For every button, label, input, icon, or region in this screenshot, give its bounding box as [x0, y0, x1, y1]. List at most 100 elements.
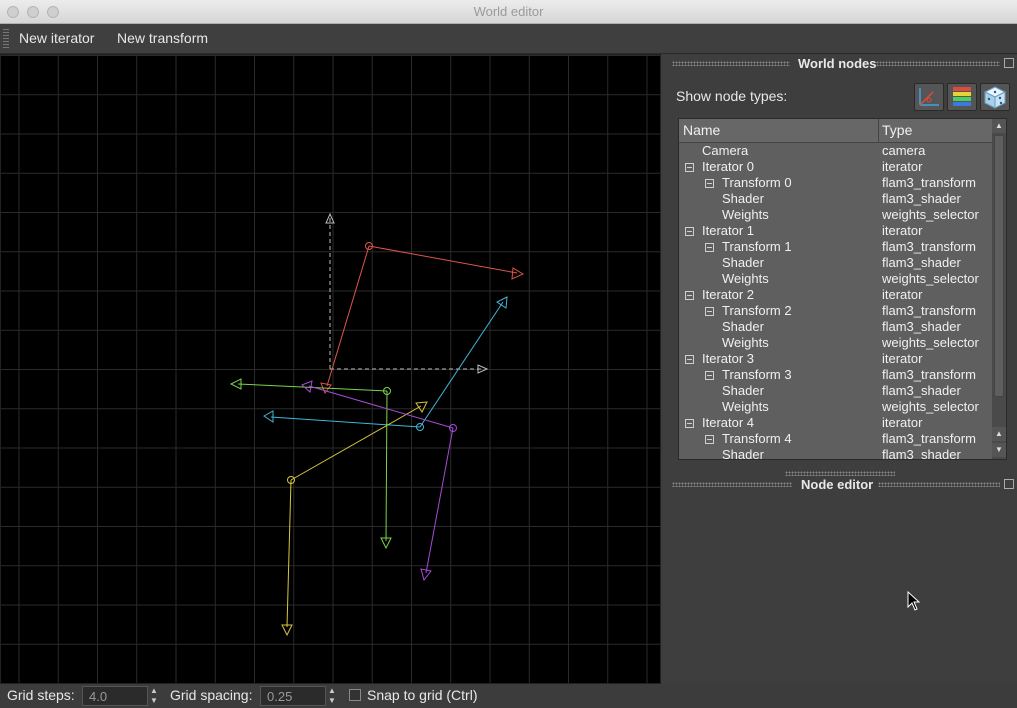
tree-row[interactable]: Weights weights_selector [679, 399, 992, 415]
collapse-icon[interactable] [705, 243, 714, 252]
collapse-icon[interactable] [685, 163, 694, 172]
node-type: weights_selector [882, 207, 979, 222]
mouse-cursor-icon [907, 591, 921, 611]
node-name: Shader [722, 255, 764, 270]
transform-view[interactable] [1, 55, 661, 684]
node-type: iterator [882, 223, 923, 238]
collapse-icon[interactable] [705, 179, 714, 188]
node-type: flam3_transform [882, 175, 976, 190]
chevron-down-icon[interactable]: ▼ [326, 696, 338, 706]
tree-row[interactable]: Weights weights_selector [679, 207, 992, 223]
dock-grip[interactable] [672, 482, 792, 487]
tree-row[interactable]: Transform 1 flam3_transform [679, 239, 992, 255]
tree-row[interactable]: Shader flam3_shader [679, 447, 992, 460]
collapse-icon[interactable] [705, 435, 714, 444]
tree-header: Name Type [679, 119, 992, 143]
collapse-icon[interactable] [685, 419, 694, 428]
tree-row[interactable]: Camera camera [679, 143, 992, 159]
float-dock-button[interactable] [1004, 58, 1014, 68]
grid-spacing-input[interactable] [261, 687, 325, 705]
grid-steps-stepper[interactable]: ▲ ▼ [148, 686, 160, 706]
tree-row[interactable]: Iterator 2 iterator [679, 287, 992, 303]
collapse-icon[interactable] [705, 307, 714, 316]
tree-row[interactable]: Transform 2 flam3_transform [679, 303, 992, 319]
tree-row[interactable]: Iterator 3 iterator [679, 351, 992, 367]
tree-row[interactable]: Shader flam3_shader [679, 255, 992, 271]
grid-steps-spinbox[interactable] [82, 686, 148, 706]
grid-spacing-spinbox[interactable] [260, 686, 326, 706]
chevron-up-icon[interactable]: ▲ [148, 686, 160, 696]
window-title: World editor [473, 4, 544, 19]
float-dock-button[interactable] [1004, 479, 1014, 489]
node-name: Iterator 1 [702, 223, 755, 238]
dock-grip[interactable] [878, 482, 1000, 487]
node-type: iterator [882, 287, 923, 302]
new-iterator-button[interactable]: New iterator [19, 30, 94, 46]
color-palette-icon [953, 87, 971, 106]
transform-2-handles[interactable] [281, 401, 428, 637]
weights-type-toggle[interactable] [980, 83, 1010, 111]
node-type: weights_selector [882, 335, 979, 350]
collapse-icon[interactable] [685, 355, 694, 364]
dock-grip[interactable] [876, 61, 1000, 66]
dock-grip[interactable] [672, 61, 790, 66]
axes-icon [919, 88, 939, 106]
tree-row[interactable]: Shader flam3_shader [679, 383, 992, 399]
node-name: Camera [702, 143, 749, 158]
tree-row[interactable]: Transform 0 flam3_transform [679, 175, 992, 191]
scroll-thumb[interactable] [994, 135, 1004, 397]
node-name: Shader [722, 319, 764, 334]
grid-spacing-stepper[interactable]: ▲ ▼ [326, 686, 338, 706]
node-name: Shader [722, 447, 764, 460]
column-header-name[interactable]: Name [683, 122, 720, 138]
node-type: flam3_shader [882, 447, 961, 460]
chevron-up-icon[interactable]: ▲ [326, 686, 338, 696]
world-canvas[interactable] [0, 54, 661, 684]
node-type: flam3_transform [882, 431, 976, 446]
scroll-up-icon[interactable]: ▲ [992, 119, 1006, 133]
tree-row[interactable]: Weights weights_selector [679, 271, 992, 287]
toolbar-grip[interactable] [3, 29, 9, 49]
node-type: flam3_transform [882, 239, 976, 254]
world-nodes-title: World nodes [798, 56, 877, 71]
new-transform-button[interactable]: New transform [117, 30, 208, 46]
node-type: iterator [882, 159, 923, 174]
node-name: Transform 3 [722, 367, 792, 382]
tree-row[interactable]: Weights weights_selector [679, 335, 992, 351]
collapse-icon[interactable] [685, 227, 694, 236]
node-name: Shader [722, 191, 764, 206]
shader-type-toggle[interactable] [947, 83, 977, 111]
node-type: flam3_shader [882, 383, 961, 398]
chevron-down-icon[interactable]: ▼ [148, 696, 160, 706]
tree-row[interactable]: Iterator 1 iterator [679, 223, 992, 239]
node-type: weights_selector [882, 271, 979, 286]
tree-row[interactable]: Iterator 0 iterator [679, 159, 992, 175]
node-type: flam3_transform [882, 303, 976, 318]
node-name: Weights [722, 335, 769, 350]
tree-row[interactable]: Shader flam3_shader [679, 319, 992, 335]
node-type: flam3_shader [882, 191, 961, 206]
tree-row[interactable]: Iterator 4 iterator [679, 415, 992, 431]
snap-to-grid-checkbox[interactable] [349, 689, 361, 701]
node-type: iterator [882, 415, 923, 430]
tree-row[interactable]: Transform 3 flam3_transform [679, 367, 992, 383]
transform-type-toggle[interactable] [914, 83, 944, 111]
scroll-up-icon[interactable]: ▲ [992, 427, 1006, 441]
tree-row[interactable]: Shader flam3_shader [679, 191, 992, 207]
collapse-icon[interactable] [685, 291, 694, 300]
collapse-icon[interactable] [705, 371, 714, 380]
splitter-handle[interactable] [785, 471, 895, 476]
transform-4-handles[interactable] [301, 380, 457, 582]
node-name: Iterator 4 [702, 415, 755, 430]
tree-row[interactable]: Transform 4 flam3_transform [679, 431, 992, 447]
tree-vertical-scrollbar[interactable]: ▲ ▲ ▼ [992, 119, 1006, 459]
column-header-type[interactable]: Type [882, 122, 912, 138]
grid-steps-label: Grid steps: [7, 687, 75, 703]
grid-steps-input[interactable] [83, 687, 147, 705]
node-editor-panel[interactable] [662, 491, 1017, 684]
scroll-down-icon[interactable]: ▼ [992, 443, 1006, 457]
node-name: Iterator 0 [702, 159, 755, 174]
node-name: Transform 0 [722, 175, 792, 190]
transform-1-handles[interactable] [263, 296, 508, 431]
node-tree[interactable]: Name Type Camera camera Iterator 0 iterator… [678, 118, 1007, 460]
